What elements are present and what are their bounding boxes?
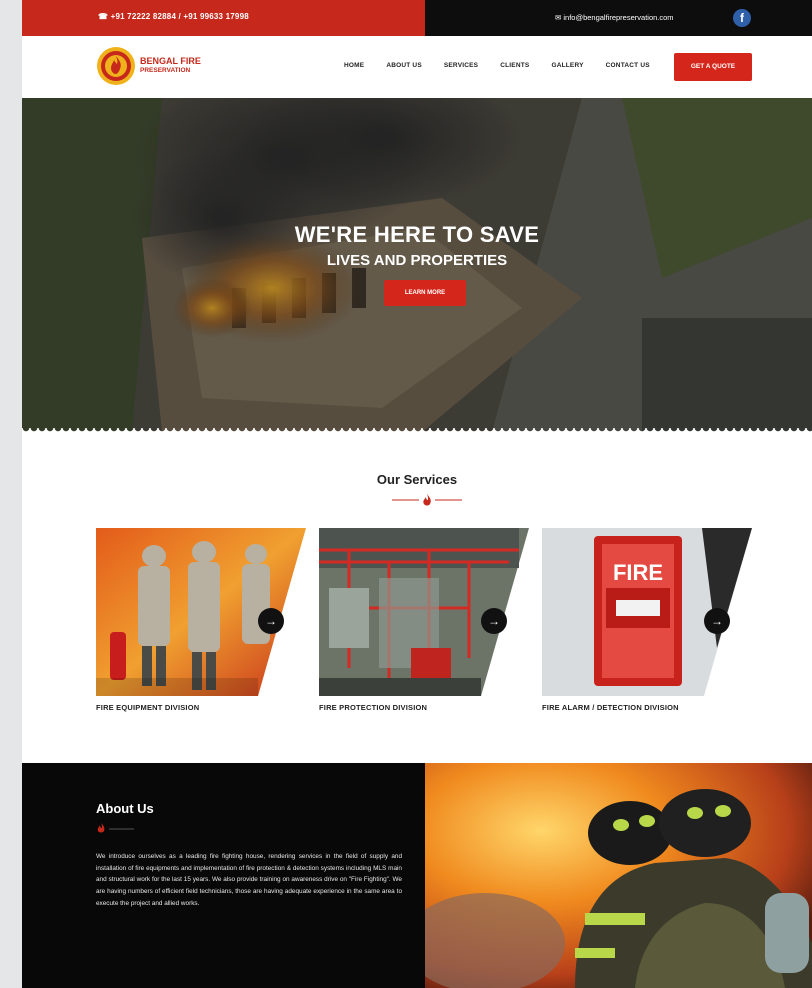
nav-item-clients[interactable]: CLIENTS xyxy=(500,62,529,69)
brand-line-2: PRESERVATION xyxy=(140,67,191,74)
top-bar: ☎ +91 72222 82884 / +91 99633 17998 ✉ in… xyxy=(22,0,812,36)
facebook-icon[interactable]: f xyxy=(733,9,751,27)
svg-text:FIRE: FIRE xyxy=(613,560,663,585)
phone-number[interactable]: ☎ +91 72222 82884 / +91 99633 17998 xyxy=(98,12,249,21)
arrow-right-icon[interactable]: → xyxy=(481,608,507,634)
main-navigation: BENGAL FIRE PRESERVATION HOME ABOUT US S… xyxy=(22,36,812,98)
nav-item-contact[interactable]: CONTACT US xyxy=(606,62,650,69)
hero-banner: WE'RE HERE TO SAVE LIVES AND PROPERTIES … xyxy=(22,98,812,432)
service-label-fire-protection[interactable]: FIRE PROTECTION DIVISION xyxy=(319,703,427,712)
about-image xyxy=(425,763,812,988)
top-bar-contact: ☎ +91 72222 82884 / +91 99633 17998 xyxy=(22,0,425,36)
service-label-fire-equipment[interactable]: FIRE EQUIPMENT DIVISION xyxy=(96,703,199,712)
email-link[interactable]: ✉ info@bengalfirepreservation.com xyxy=(555,13,674,22)
about-description: We introduce ourselves as a leading fire… xyxy=(96,853,402,907)
hero-title: WE'RE HERE TO SAVE xyxy=(294,222,540,247)
top-bar-social: ✉ info@bengalfirepreservation.com f xyxy=(425,0,812,36)
nav-item-services[interactable]: SERVICES xyxy=(444,62,478,69)
flame-icon xyxy=(97,823,134,833)
about-heading: About Us xyxy=(96,801,154,816)
nav-item-home[interactable]: HOME xyxy=(344,62,364,69)
hero-subtitle: LIVES AND PROPERTIES xyxy=(326,252,508,269)
flame-divider-icon xyxy=(392,494,462,506)
page: ☎ +91 72222 82884 / +91 99633 17998 ✉ in… xyxy=(22,0,812,988)
learn-more-button[interactable]: LEARN MORE xyxy=(384,280,466,306)
arrow-right-icon[interactable]: → xyxy=(704,608,730,634)
brand-name[interactable]: BENGAL FIRE PRESERVATION xyxy=(140,56,201,76)
service-card-fire-protection[interactable]: → xyxy=(319,528,529,696)
get-quote-button[interactable]: GET A QUOTE xyxy=(674,53,752,81)
nav-menu: HOME ABOUT US SERVICES CLIENTS GALLERY C… xyxy=(344,62,672,69)
service-label-fire-alarm[interactable]: FIRE ALARM / DETECTION DIVISION xyxy=(542,703,679,712)
brand-logo-icon[interactable] xyxy=(96,46,136,86)
service-card-fire-equipment[interactable]: → xyxy=(96,528,306,696)
nav-item-gallery[interactable]: GALLERY xyxy=(551,62,583,69)
services-heading: Our Services xyxy=(376,472,458,487)
firefighter-photo xyxy=(425,763,812,988)
hero-zigzag-divider xyxy=(22,428,812,436)
nav-item-about[interactable]: ABOUT US xyxy=(386,62,422,69)
service-card-fire-alarm[interactable]: FIRE → xyxy=(542,528,752,696)
arrow-right-icon[interactable]: → xyxy=(258,608,284,634)
brand-line-1: BENGAL FIRE xyxy=(140,56,201,66)
about-section: About Us We introduce ourselves as a lea… xyxy=(22,763,425,988)
